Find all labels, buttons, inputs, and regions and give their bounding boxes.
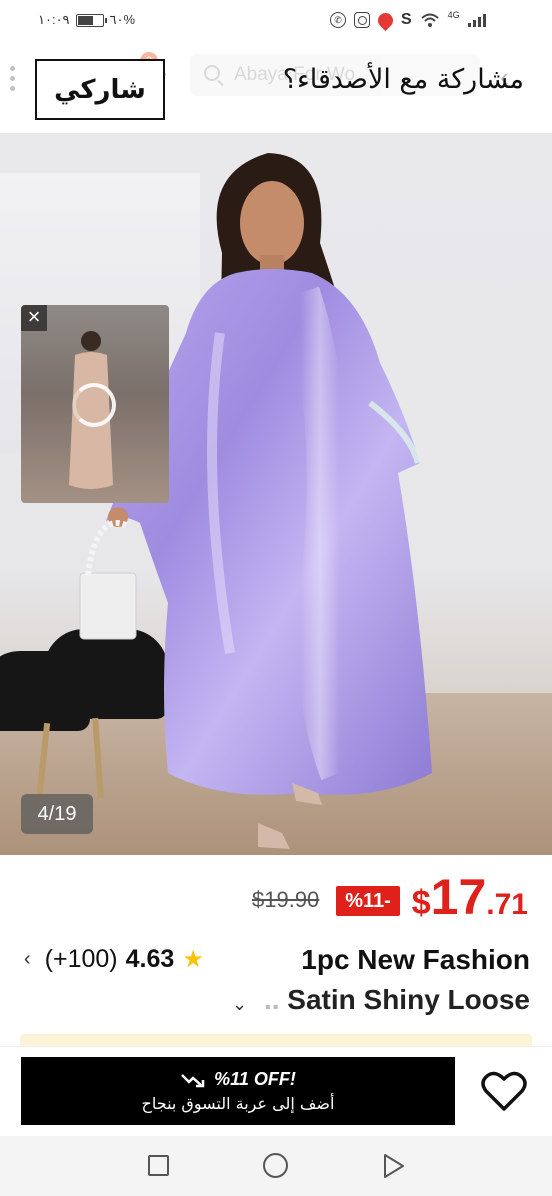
recent-apps-button[interactable] <box>148 1155 169 1176</box>
signal-icon <box>467 13 486 27</box>
video-thumbnail[interactable]: × <box>21 305 169 503</box>
price-currency: $ <box>411 884 431 922</box>
title-ellipsis: .. <box>263 984 280 1015</box>
status-time: ١٠:٠٩ <box>38 12 70 27</box>
home-button[interactable] <box>263 1153 288 1178</box>
rating-score: 4.63 <box>125 945 175 973</box>
maps-icon <box>374 9 397 31</box>
price-decimal: .71 <box>486 888 528 921</box>
chevron-left-icon: ‹ <box>24 948 31 970</box>
battery-fill <box>77 15 94 25</box>
trend-down-icon <box>181 1073 205 1087</box>
original-price: $19.90 <box>252 887 320 912</box>
review-count: (+100) <box>44 945 118 973</box>
menu-icon[interactable] <box>10 66 15 91</box>
heart-icon[interactable] <box>480 1069 528 1113</box>
battery-text: ٦٠% <box>109 12 136 27</box>
title-line2-text: Satin Shiny Loose <box>287 984 530 1015</box>
image-counter: 4/19 <box>21 794 93 834</box>
off-label: %11 OFF! <box>214 1069 296 1089</box>
instagram-icon <box>354 12 370 28</box>
wifi-icon <box>421 13 439 27</box>
status-left: ١٠:٠٩ ٦٠% <box>38 12 135 28</box>
discount-badge: %11- <box>336 886 400 916</box>
network-label: 4G <box>447 10 460 20</box>
header: Abaya For Wo ‹ مشاركة مع الأصدقاء؟ 2 شار… <box>0 40 552 120</box>
battery-icon <box>75 13 107 27</box>
current-price: $17.71 <box>412 868 528 926</box>
price-row: $17.71 %11- $19.90 <box>0 868 552 932</box>
status-bar: ١٠:٠٩ ٦٠% ✆ S 4G <box>0 0 552 40</box>
share-question: مشاركة مع الأصدقاء؟ <box>282 64 524 95</box>
expand-title-chevron-icon[interactable]: ⌄ <box>232 994 247 1015</box>
s-icon: S <box>401 11 412 28</box>
star-icon: ★ <box>182 946 204 973</box>
loading-spinner-icon <box>72 383 116 427</box>
video-close-button[interactable]: × <box>21 305 47 331</box>
price-integer: 17 <box>430 869 487 925</box>
share-button[interactable]: شاركي <box>35 59 165 120</box>
product-title-line1: 1pc New Fashion <box>301 944 530 975</box>
system-nav-bar <box>0 1136 552 1196</box>
add-to-cart-message: أضف إلى عربة التسوق بنجاح <box>141 1094 335 1113</box>
whatsapp-icon: ✆ <box>330 12 346 28</box>
rating-row[interactable]: ‹ (+100) 4.63 ★ <box>24 945 204 974</box>
product-title-line2: .. Satin Shiny Loose <box>264 984 530 1016</box>
add-to-cart-button[interactable]: %11 OFF! أضف إلى عربة التسوق بنجاح <box>21 1057 455 1125</box>
product-gallery[interactable]: × 4/19 <box>0 133 552 855</box>
discount-banner: %11 OFF! <box>180 1069 296 1090</box>
status-right: ✆ S 4G <box>330 9 486 31</box>
back-triangle-icon[interactable] <box>382 1153 406 1179</box>
bottom-action-bar: %11 OFF! أضف إلى عربة التسوق بنجاح <box>0 1046 552 1136</box>
